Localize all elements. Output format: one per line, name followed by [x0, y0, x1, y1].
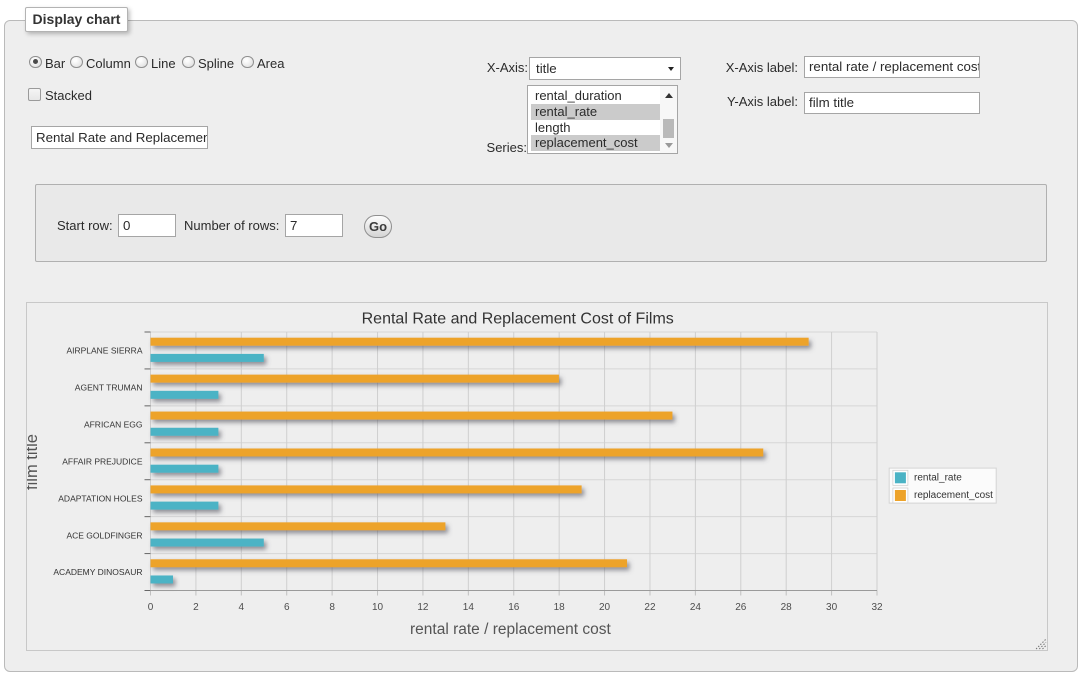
svg-text:ADAPTATION HOLES: ADAPTATION HOLES — [58, 493, 143, 503]
svg-text:28: 28 — [781, 602, 793, 613]
svg-text:rental rate / replacement cost: rental rate / replacement cost — [410, 621, 611, 638]
svg-text:ACE GOLDFINGER: ACE GOLDFINGER — [66, 530, 142, 540]
svg-text:18: 18 — [554, 602, 566, 613]
svg-text:replacement_cost: replacement_cost — [914, 490, 993, 501]
svg-text:14: 14 — [463, 602, 475, 613]
svg-text:6: 6 — [284, 602, 290, 613]
svg-text:AIRPLANE SIERRA: AIRPLANE SIERRA — [66, 346, 142, 356]
svg-text:22: 22 — [644, 602, 656, 613]
svg-text:0: 0 — [148, 602, 154, 613]
svg-text:AGENT TRUMAN: AGENT TRUMAN — [75, 383, 143, 393]
svg-text:16: 16 — [508, 602, 520, 613]
svg-text:26: 26 — [735, 602, 747, 613]
svg-text:AFFAIR PREJUDICE: AFFAIR PREJUDICE — [62, 456, 143, 466]
svg-text:AFRICAN EGG: AFRICAN EGG — [84, 420, 143, 430]
svg-text:rental_rate: rental_rate — [914, 472, 962, 483]
svg-text:12: 12 — [417, 602, 429, 613]
svg-text:4: 4 — [239, 602, 245, 613]
svg-text:8: 8 — [329, 602, 335, 613]
svg-text:32: 32 — [871, 602, 883, 613]
svg-text:film title: film title — [27, 434, 41, 490]
svg-text:30: 30 — [826, 602, 838, 613]
svg-text:2: 2 — [193, 602, 199, 613]
svg-text:ACADEMY DINOSAUR: ACADEMY DINOSAUR — [53, 567, 142, 577]
svg-text:20: 20 — [599, 602, 611, 613]
svg-text:24: 24 — [690, 602, 702, 613]
svg-text:10: 10 — [372, 602, 384, 613]
svg-text:Rental Rate and Replacement Co: Rental Rate and Replacement Cost of Film… — [362, 310, 674, 327]
